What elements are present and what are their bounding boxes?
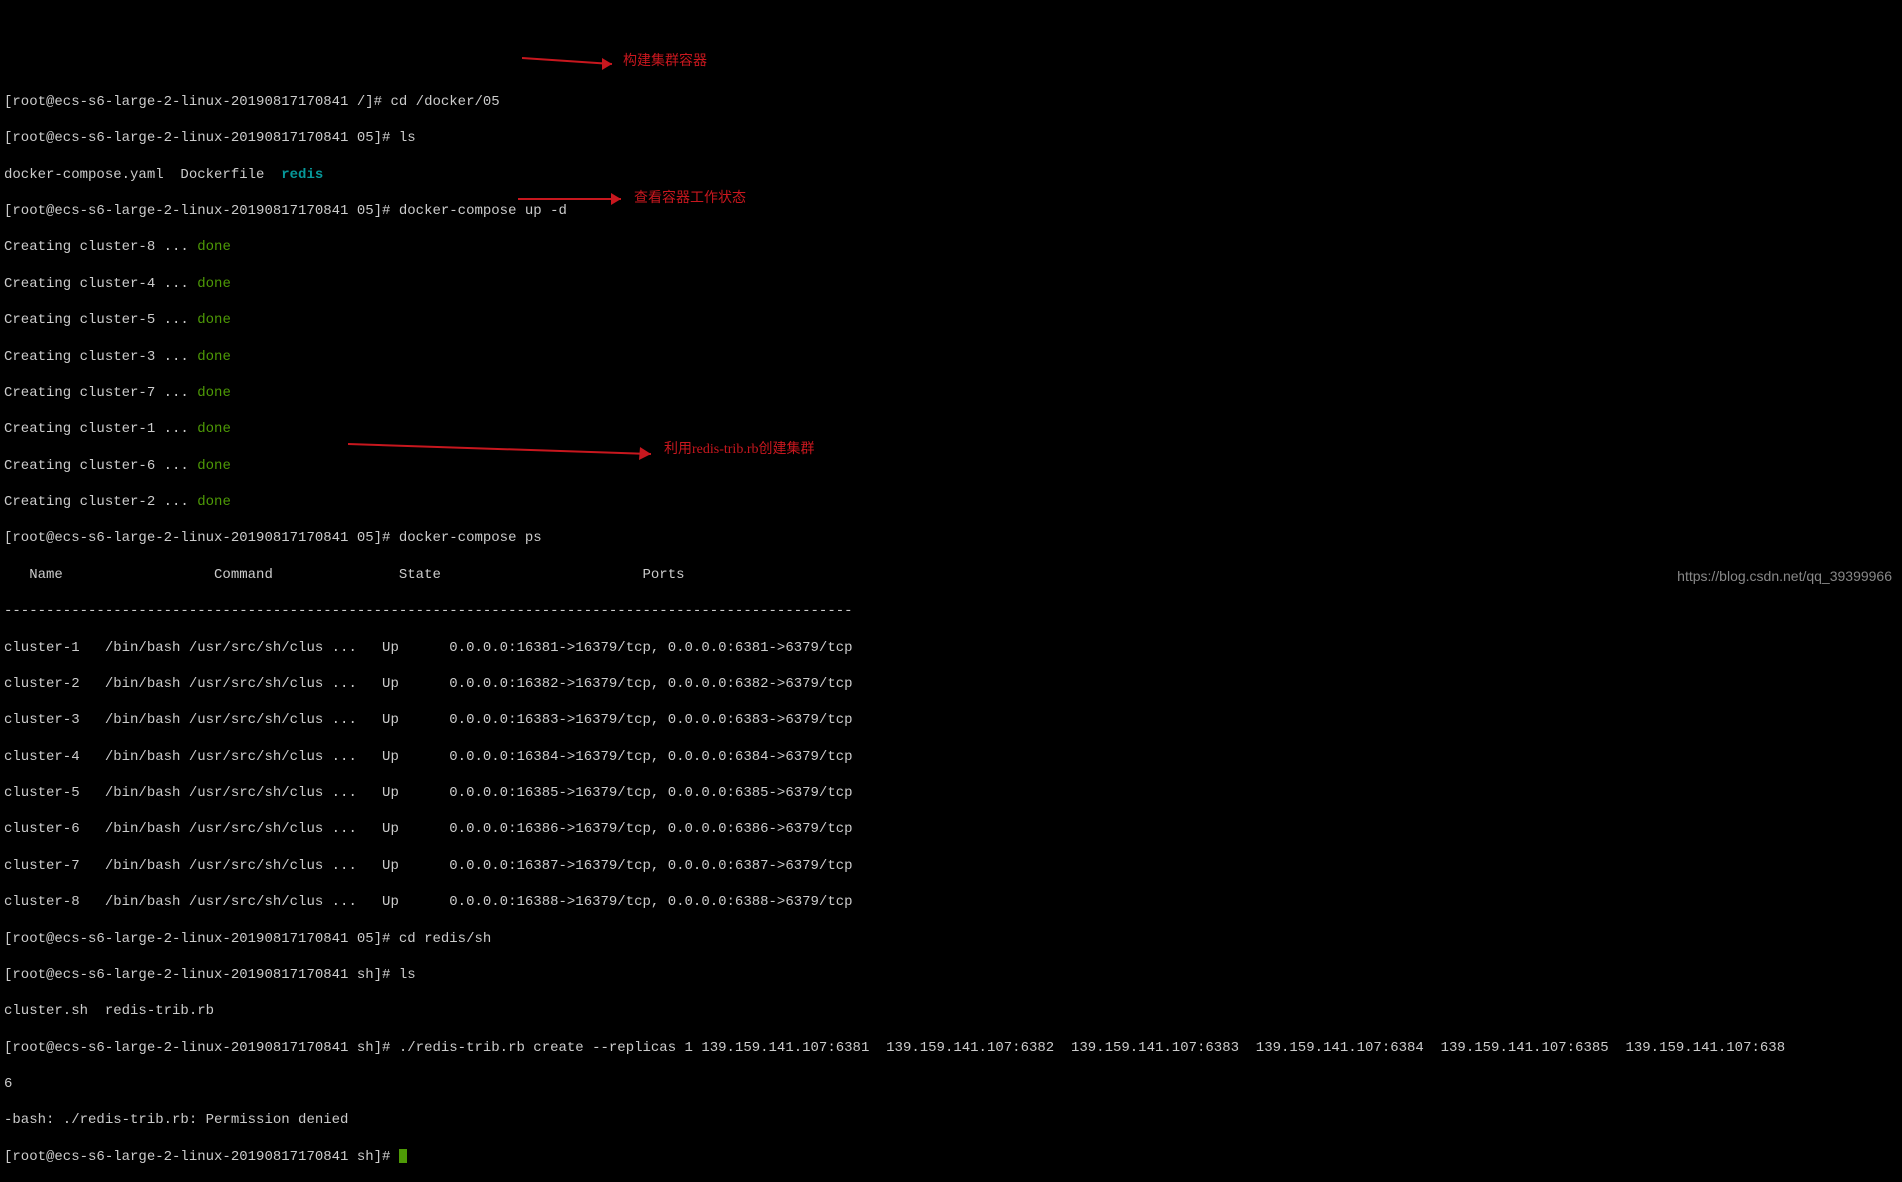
ls-output: docker-compose.yaml Dockerfile bbox=[4, 167, 281, 183]
arrow-icon bbox=[518, 191, 628, 207]
ps-separator: ----------------------------------------… bbox=[4, 602, 1902, 620]
terminal-output[interactable]: [root@ecs-s6-large-2-linux-2019081717084… bbox=[0, 73, 1902, 1182]
done-status: done bbox=[197, 385, 231, 401]
terminal-line: [root@ecs-s6-large-2-linux-2019081717084… bbox=[4, 1039, 1902, 1057]
creating-text: Creating cluster-3 ... bbox=[4, 349, 197, 365]
command: [root@ecs-s6-large-2-linux-2019081717084… bbox=[4, 203, 567, 219]
table-row: cluster-7 /bin/bash /usr/src/sh/clus ...… bbox=[4, 857, 1902, 875]
command: [root@ecs-s6-large-2-linux-2019081717084… bbox=[4, 130, 416, 146]
directory-name: redis bbox=[281, 167, 323, 183]
terminal-line: [root@ecs-s6-large-2-linux-2019081717084… bbox=[4, 202, 1902, 220]
table-row: cluster-6 /bin/bash /usr/src/sh/clus ...… bbox=[4, 820, 1902, 838]
done-status: done bbox=[197, 421, 231, 437]
creating-text: Creating cluster-8 ... bbox=[4, 239, 197, 255]
done-status: done bbox=[197, 239, 231, 255]
error-message: -bash: ./redis-trib.rb: Permission denie… bbox=[4, 1112, 348, 1128]
done-status: done bbox=[197, 312, 231, 328]
terminal-line: Creating cluster-5 ... done bbox=[4, 311, 1902, 329]
terminal-line: Creating cluster-1 ... done bbox=[4, 420, 1902, 438]
annotation-2: 查看容器工作状态 bbox=[518, 190, 746, 208]
done-status: done bbox=[197, 494, 231, 510]
done-status: done bbox=[197, 276, 231, 292]
annotation-text: 构建集群容器 bbox=[623, 53, 707, 71]
table-row: cluster-3 /bin/bash /usr/src/sh/clus ...… bbox=[4, 711, 1902, 729]
table-row: cluster-4 /bin/bash /usr/src/sh/clus ...… bbox=[4, 748, 1902, 766]
terminal-line: [root@ecs-s6-large-2-linux-2019081717084… bbox=[4, 529, 1902, 547]
done-status: done bbox=[197, 349, 231, 365]
table-row: cluster-8 /bin/bash /usr/src/sh/clus ...… bbox=[4, 893, 1902, 911]
prompt: [root@ecs-s6-large-2-linux-2019081717084… bbox=[4, 1149, 399, 1165]
terminal-line: [root@ecs-s6-large-2-linux-2019081717084… bbox=[4, 129, 1902, 147]
terminal-line: [root@ecs-s6-large-2-linux-2019081717084… bbox=[4, 93, 1902, 111]
terminal-line: 6 bbox=[4, 1075, 1902, 1093]
command: [root@ecs-s6-large-2-linux-2019081717084… bbox=[4, 94, 500, 110]
done-status: done bbox=[197, 458, 231, 474]
table-row: cluster-5 /bin/bash /usr/src/sh/clus ...… bbox=[4, 784, 1902, 802]
annotation-text: 利用redis-trib.rb创建集群 bbox=[664, 441, 814, 459]
terminal-line: docker-compose.yaml Dockerfile redis bbox=[4, 166, 1902, 184]
arrow-icon bbox=[348, 440, 658, 460]
terminal-line: Creating cluster-3 ... done bbox=[4, 348, 1902, 366]
arrow-icon bbox=[522, 52, 617, 72]
annotation-1: 构建集群容器 bbox=[522, 52, 707, 72]
watermark: https://blog.csdn.net/qq_39399966 bbox=[1677, 567, 1892, 585]
command: [root@ecs-s6-large-2-linux-2019081717084… bbox=[4, 530, 542, 546]
creating-text: Creating cluster-2 ... bbox=[4, 494, 197, 510]
terminal-line: Creating cluster-8 ... done bbox=[4, 238, 1902, 256]
terminal-line: [root@ecs-s6-large-2-linux-2019081717084… bbox=[4, 966, 1902, 984]
creating-text: Creating cluster-6 ... bbox=[4, 458, 197, 474]
command-continuation: 6 bbox=[4, 1076, 12, 1092]
annotation-text: 查看容器工作状态 bbox=[634, 190, 746, 208]
terminal-line: Creating cluster-7 ... done bbox=[4, 384, 1902, 402]
ls-output: cluster.sh redis-trib.rb bbox=[4, 1003, 214, 1019]
command: [root@ecs-s6-large-2-linux-2019081717084… bbox=[4, 1040, 1785, 1056]
cursor bbox=[399, 1149, 407, 1163]
terminal-line: -bash: ./redis-trib.rb: Permission denie… bbox=[4, 1111, 1902, 1129]
creating-text: Creating cluster-7 ... bbox=[4, 385, 197, 401]
ps-header: Name Command State Ports bbox=[4, 566, 1902, 584]
table-row: cluster-2 /bin/bash /usr/src/sh/clus ...… bbox=[4, 675, 1902, 693]
annotation-3: 利用redis-trib.rb创建集群 bbox=[348, 440, 814, 460]
terminal-line: Creating cluster-6 ... done bbox=[4, 457, 1902, 475]
creating-text: Creating cluster-5 ... bbox=[4, 312, 197, 328]
terminal-line: Creating cluster-2 ... done bbox=[4, 493, 1902, 511]
terminal-line: cluster.sh redis-trib.rb bbox=[4, 1002, 1902, 1020]
terminal-line: [root@ecs-s6-large-2-linux-2019081717084… bbox=[4, 930, 1902, 948]
terminal-line: Creating cluster-4 ... done bbox=[4, 275, 1902, 293]
command: [root@ecs-s6-large-2-linux-2019081717084… bbox=[4, 931, 491, 947]
table-row: cluster-1 /bin/bash /usr/src/sh/clus ...… bbox=[4, 639, 1902, 657]
command: [root@ecs-s6-large-2-linux-2019081717084… bbox=[4, 967, 416, 983]
creating-text: Creating cluster-4 ... bbox=[4, 276, 197, 292]
creating-text: Creating cluster-1 ... bbox=[4, 421, 197, 437]
terminal-line: [root@ecs-s6-large-2-linux-2019081717084… bbox=[4, 1148, 1902, 1166]
